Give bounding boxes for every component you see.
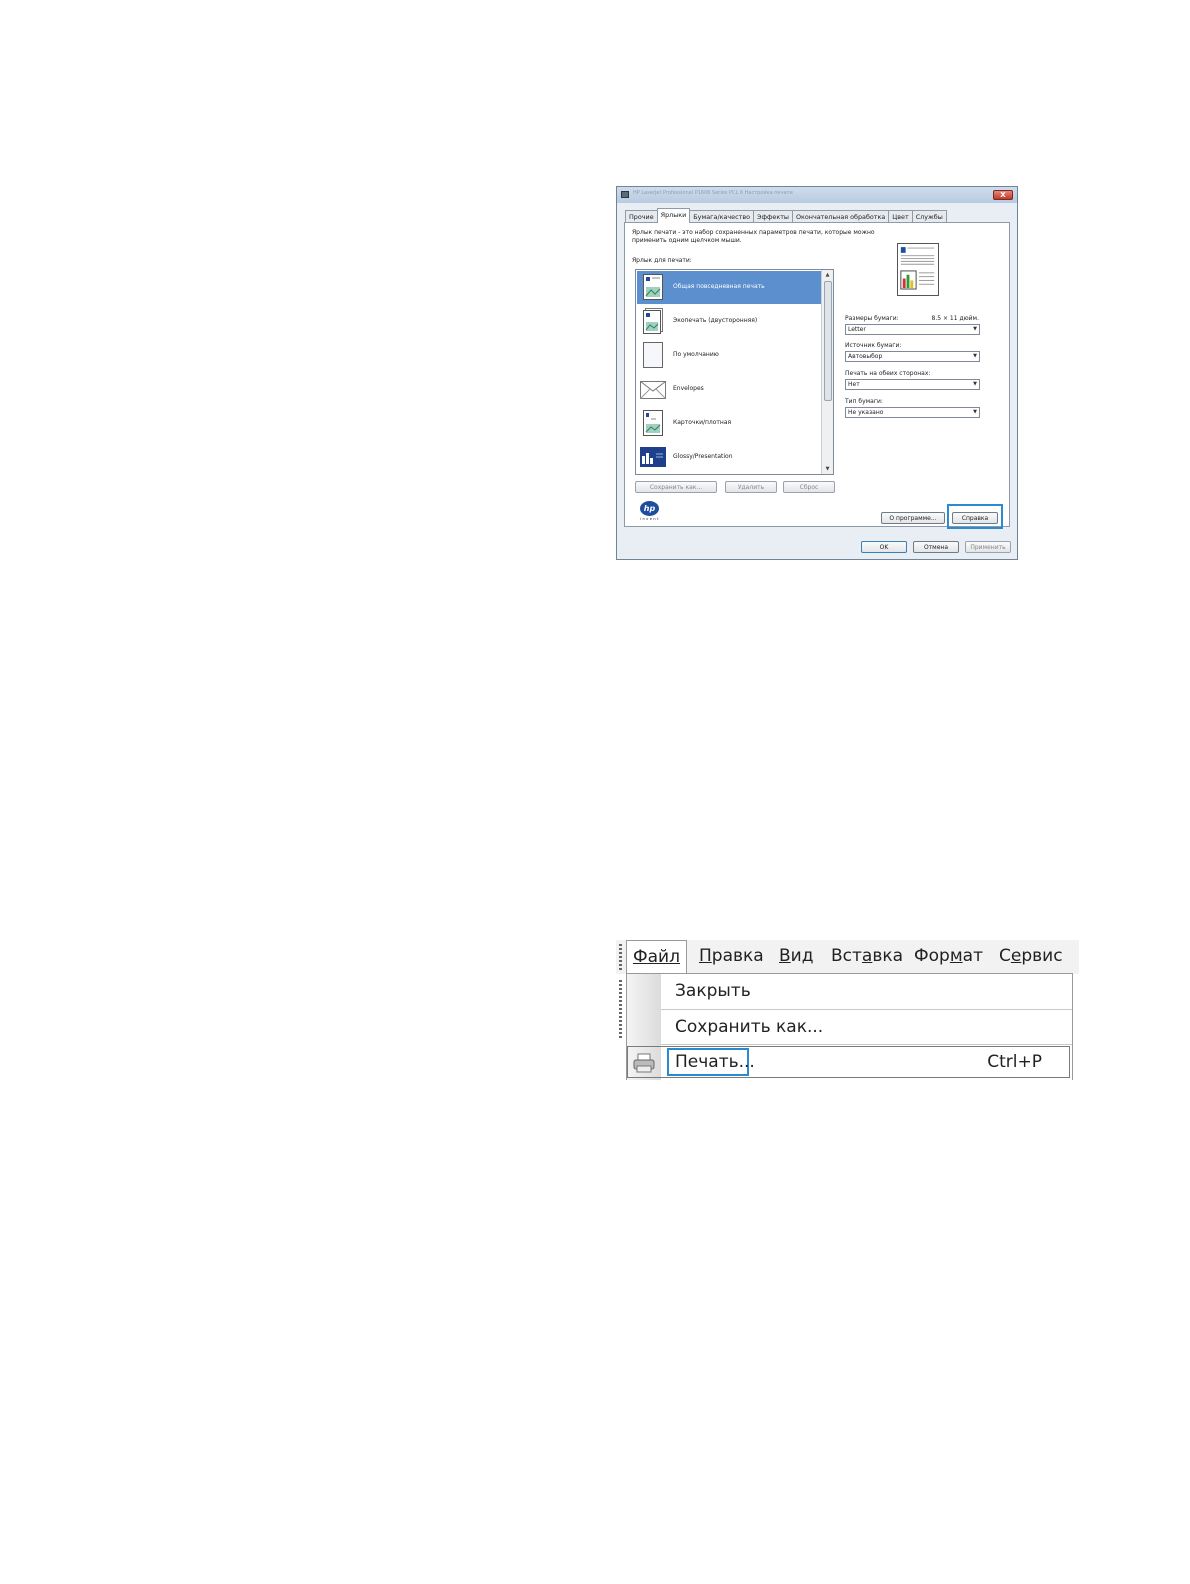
envelope-icon [640,381,666,399]
tab-shortcuts[interactable]: Ярлыки [656,208,691,223]
list-item[interactable]: По умолчанию [637,339,821,372]
about-button[interactable]: О программе... [881,512,945,524]
duplex-label: Печать на обеих сторонах: [845,370,931,377]
shortcut-label: Экопечать (двусторонняя) [673,317,758,324]
menu-insert[interactable]: Вставка [831,946,903,966]
paper-type-select[interactable]: Не указано ▼ [845,407,980,418]
paper-type-value: Не указано [848,409,884,416]
duplex-value: Нет [848,381,860,388]
apply-button[interactable]: Применить [965,541,1011,553]
presentation-icon [640,447,666,467]
menu-item-close[interactable]: Закрыть [675,981,751,1001]
menu-tools[interactable]: Сервис [999,946,1063,966]
chevron-down-icon: ▼ [973,353,977,359]
toolbar-grip [619,980,622,1040]
menu-file-label: Файл [633,947,680,967]
menu-bar: Файл Правка Вид Вставка Формат Сервис [616,940,1079,974]
scroll-down-icon[interactable]: ▼ [822,464,833,474]
list-item[interactable]: Общая повседневная печать [637,271,821,304]
file-menu-screenshot: Файл Правка Вид Вставка Формат Сервис За… [616,940,1079,1080]
duplex-select[interactable]: Нет ▼ [845,379,980,390]
menu-item-save-as[interactable]: Сохранить как... [675,1017,823,1037]
print-shortcut: Ctrl+P [987,1052,1042,1072]
blank-page-icon [643,342,663,368]
toolbar-grip[interactable] [619,944,622,970]
hp-logo: hp invent [635,501,665,521]
list-scrollbar[interactable]: ▲ ▼ [821,270,833,474]
reset-button[interactable]: Сброс [783,481,835,493]
shortcut-label: По умолчанию [673,351,719,358]
printer-icon [621,191,629,198]
menu-separator [661,1044,1072,1045]
hp-logo-mark: hp [640,501,659,516]
duplex-document-icon [643,308,663,334]
list-item[interactable]: Glossy/Presentation [637,441,821,474]
file-menu-dropdown: Закрыть Сохранить как... Печать... Ctrl+… [626,973,1073,1080]
chevron-down-icon: ▼ [973,326,977,332]
printer-properties-dialog: HP LaserJet Professional P1606 Series PC… [616,186,1018,560]
shortcut-label: Общая повседневная печать [673,283,765,290]
list-item[interactable]: Карточки/плотная [637,407,821,440]
paper-source-label: Источник бумаги: [845,342,902,349]
dialog-title: HP LaserJet Professional P1606 Series PC… [633,190,793,196]
menu-format[interactable]: Формат [914,946,983,966]
shortcut-label: Envelopes [673,385,704,392]
shortcuts-list-label: Ярлык для печати: [632,257,692,264]
save-as-button[interactable]: Сохранить как... [635,481,717,493]
list-item[interactable]: Envelopes [637,373,821,406]
delete-button[interactable]: Удалить [725,481,777,493]
close-button[interactable]: X [993,190,1013,200]
shortcut-label: Glossy/Presentation [673,453,733,460]
printer-icon [633,1053,655,1073]
cancel-button[interactable]: Отмена [913,541,959,553]
menu-view[interactable]: Вид [779,946,813,966]
paper-type-label: Тип бумаги: [845,398,883,405]
shortcuts-panel: Ярлык печати - это набор сохраненных пар… [624,222,1010,529]
card-stock-icon [643,410,663,436]
paper-source-select[interactable]: Автовыбор ▼ [845,351,980,362]
document-photo-icon [643,274,663,300]
shortcuts-list[interactable]: Общая повседневная печать Экопечать (дву… [635,269,834,475]
menu-file[interactable]: Файл [626,940,687,974]
menu-separator [661,1009,1072,1010]
menu-edit[interactable]: Правка [699,946,764,966]
help-button[interactable]: Справка [952,512,998,524]
paper-size-label: Размеры бумаги: [845,315,899,322]
hp-logo-tagline: invent [639,517,660,521]
chevron-down-icon: ▼ [973,409,977,415]
dialog-titlebar: HP LaserJet Professional P1606 Series PC… [617,187,1017,203]
list-item[interactable]: Экопечать (двусторонняя) [637,305,821,338]
paper-size-value: Letter [848,326,866,333]
chevron-down-icon: ▼ [973,381,977,387]
menu-item-print-label: Печать... [675,1052,755,1072]
shortcut-label: Карточки/плотная [673,419,732,426]
ok-button[interactable]: OK [861,541,907,553]
paper-size-dimensions: 8.5 × 11 дюйм. [931,315,979,322]
shortcuts-description: Ярлык печати - это набор сохраненных пар… [632,229,875,244]
paper-source-value: Автовыбор [848,353,883,360]
tab-strip: Прочие Ярлыки Бумага/качество Эффекты Ок… [625,208,947,223]
paper-size-select[interactable]: Letter ▼ [845,324,980,335]
scroll-thumb[interactable] [824,281,832,401]
scroll-up-icon[interactable]: ▲ [822,270,833,280]
page-preview-icon [897,243,939,296]
